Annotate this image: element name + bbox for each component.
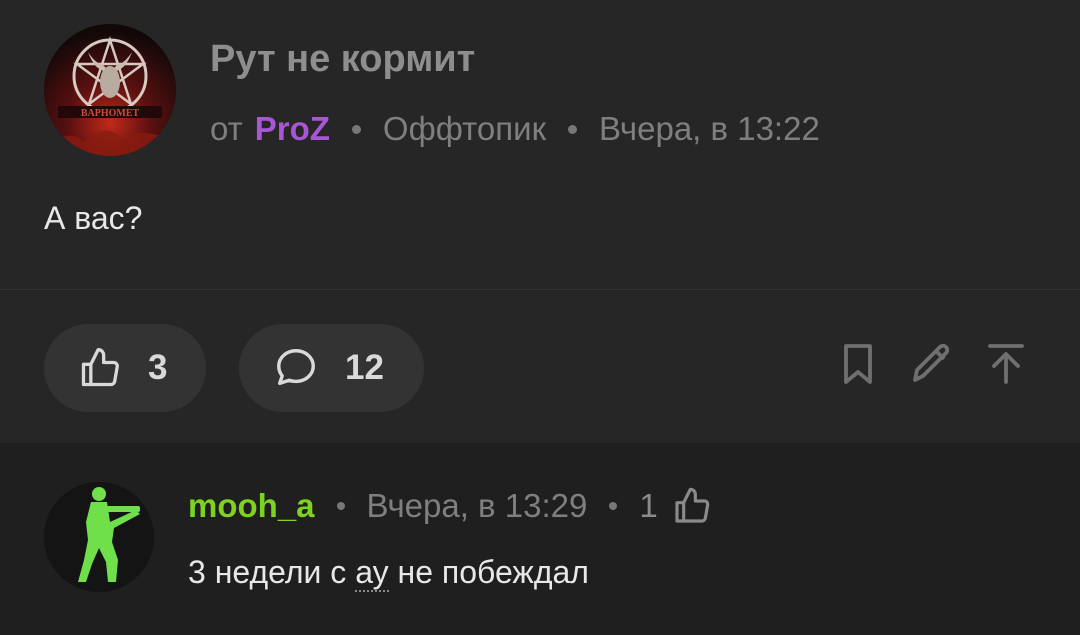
avatar[interactable]: BAPHOMET [44,24,176,156]
thumbs-up-icon[interactable] [672,486,712,526]
comment-timestamp[interactable]: Вчера, в 13:29 [367,487,588,525]
comment-text-part: не побеждал [388,554,589,590]
like-count: 3 [148,348,168,387]
post-card: BAPHOMET Рут не кормит от ProZ Оффтопик … [0,0,1080,443]
post-title[interactable]: Рут не кормит [210,38,475,81]
comment-text-part: 3 недели с [188,554,356,590]
comment-author-link[interactable]: mooh_a [188,487,315,525]
post-category-link[interactable]: Оффтопик [383,110,546,148]
post-timestamp[interactable]: Вчера, в 13:22 [599,110,820,148]
separator-dot [568,124,578,134]
separator-dot [609,502,618,510]
comments-section [0,443,1080,635]
divider [0,289,1080,290]
separator-dot [351,124,361,134]
soldier-silhouette-avatar-icon [44,482,154,592]
avatar[interactable] [44,482,154,592]
post-body: А вас? [44,200,143,236]
comment-count: 12 [345,348,384,387]
comments-button[interactable]: 12 [239,324,424,412]
post-author-link[interactable]: ProZ [255,110,330,148]
baphomet-pentagram-avatar-icon: BAPHOMET [44,24,176,156]
svg-text:BAPHOMET: BAPHOMET [81,108,140,119]
pencil-icon[interactable] [907,340,955,388]
thumbs-up-icon [81,348,119,387]
like-button[interactable]: 3 [44,324,206,412]
bookmark-icon[interactable] [834,340,882,388]
post-meta: от ProZ Оффтопик Вчера, в 13:22 [210,110,820,148]
comment-body: 3 недели с ау не побеждал [188,554,589,592]
by-prefix: от [210,110,243,147]
separator-dot [336,502,345,510]
comment-like-count: 1 [639,487,658,524]
comment-meta: mooh_a Вчера, в 13:29 1 [188,486,712,526]
underlined-word[interactable]: ау [355,554,389,592]
arrow-up-to-top-icon[interactable] [982,340,1030,388]
comment-bubble-icon [277,349,315,386]
